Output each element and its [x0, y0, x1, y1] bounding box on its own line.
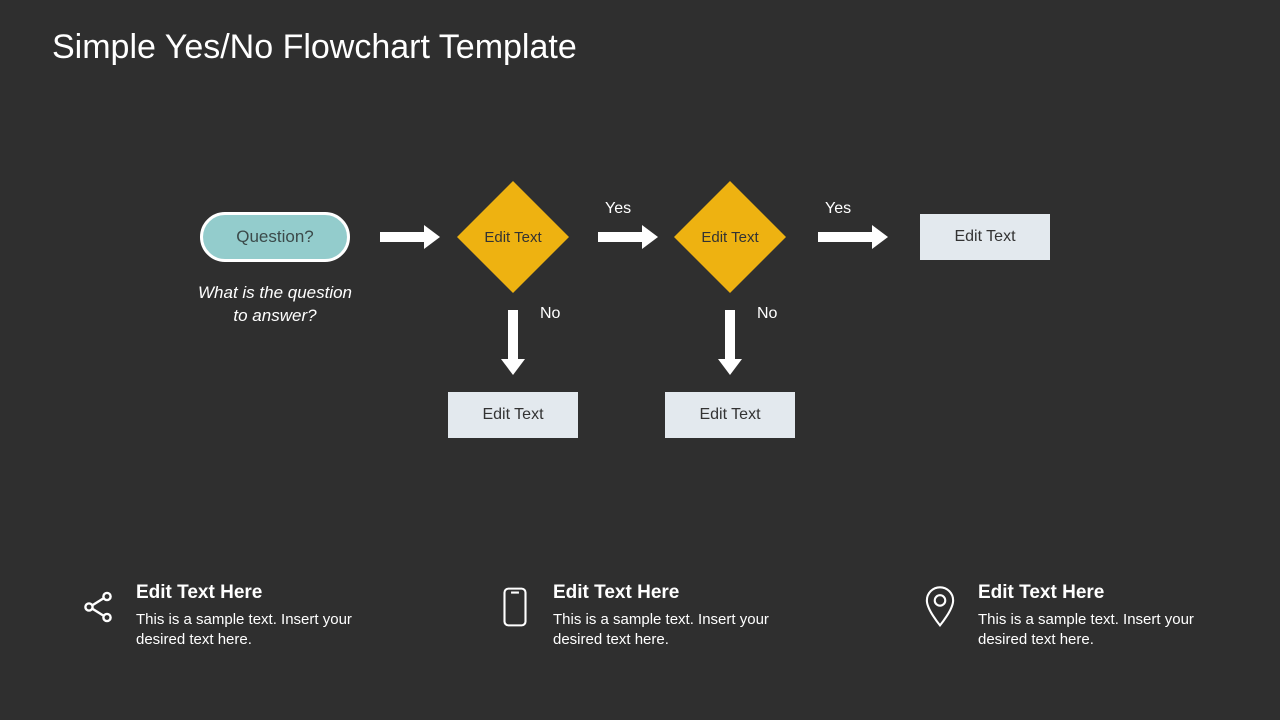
slide-title: Simple Yes/No Flowchart Template — [52, 28, 577, 67]
footer-3-title: Edit Text Here — [978, 582, 1208, 604]
arrow-1 — [380, 232, 425, 242]
result-no-1[interactable]: Edit Text — [448, 392, 578, 438]
result-no-2[interactable]: Edit Text — [665, 392, 795, 438]
arrow-down-1 — [508, 310, 518, 360]
no-label-1: No — [540, 305, 560, 323]
arrow-down-2 — [725, 310, 735, 360]
flowchart-canvas: Question? What is the questionto answer?… — [0, 170, 1280, 490]
decision-2[interactable]: Edit Text — [675, 182, 785, 292]
share-icon — [78, 582, 118, 632]
footer-3-body: This is a sample text. Insert your desir… — [978, 610, 1208, 651]
decision-2-label: Edit Text — [675, 182, 785, 292]
footer-item-2: Edit Text Here This is a sample text. In… — [495, 582, 783, 651]
footer-item-1: Edit Text Here This is a sample text. In… — [78, 582, 366, 651]
result-no-2-label: Edit Text — [699, 406, 760, 424]
phone-icon — [495, 582, 535, 632]
result-no-1-label: Edit Text — [482, 406, 543, 424]
yes-label-2: Yes — [825, 200, 851, 218]
arrow-3 — [818, 232, 873, 242]
footer-item-3: Edit Text Here This is a sample text. In… — [920, 582, 1208, 651]
decision-1[interactable]: Edit Text — [458, 182, 568, 292]
start-node[interactable]: Question? — [200, 212, 350, 262]
footer-2-title: Edit Text Here — [553, 582, 783, 604]
location-pin-icon — [920, 582, 960, 632]
start-label: Question? — [236, 227, 314, 247]
no-label-2: No — [757, 305, 777, 323]
footer-1-body: This is a sample text. Insert your desir… — [136, 610, 366, 651]
yes-label-1: Yes — [605, 200, 631, 218]
decision-1-label: Edit Text — [458, 182, 568, 292]
result-yes-label: Edit Text — [954, 228, 1015, 246]
result-yes[interactable]: Edit Text — [920, 214, 1050, 260]
arrow-2 — [598, 232, 643, 242]
footer-1-title: Edit Text Here — [136, 582, 366, 604]
start-caption: What is the questionto answer? — [175, 282, 375, 328]
footer-2-body: This is a sample text. Insert your desir… — [553, 610, 783, 651]
